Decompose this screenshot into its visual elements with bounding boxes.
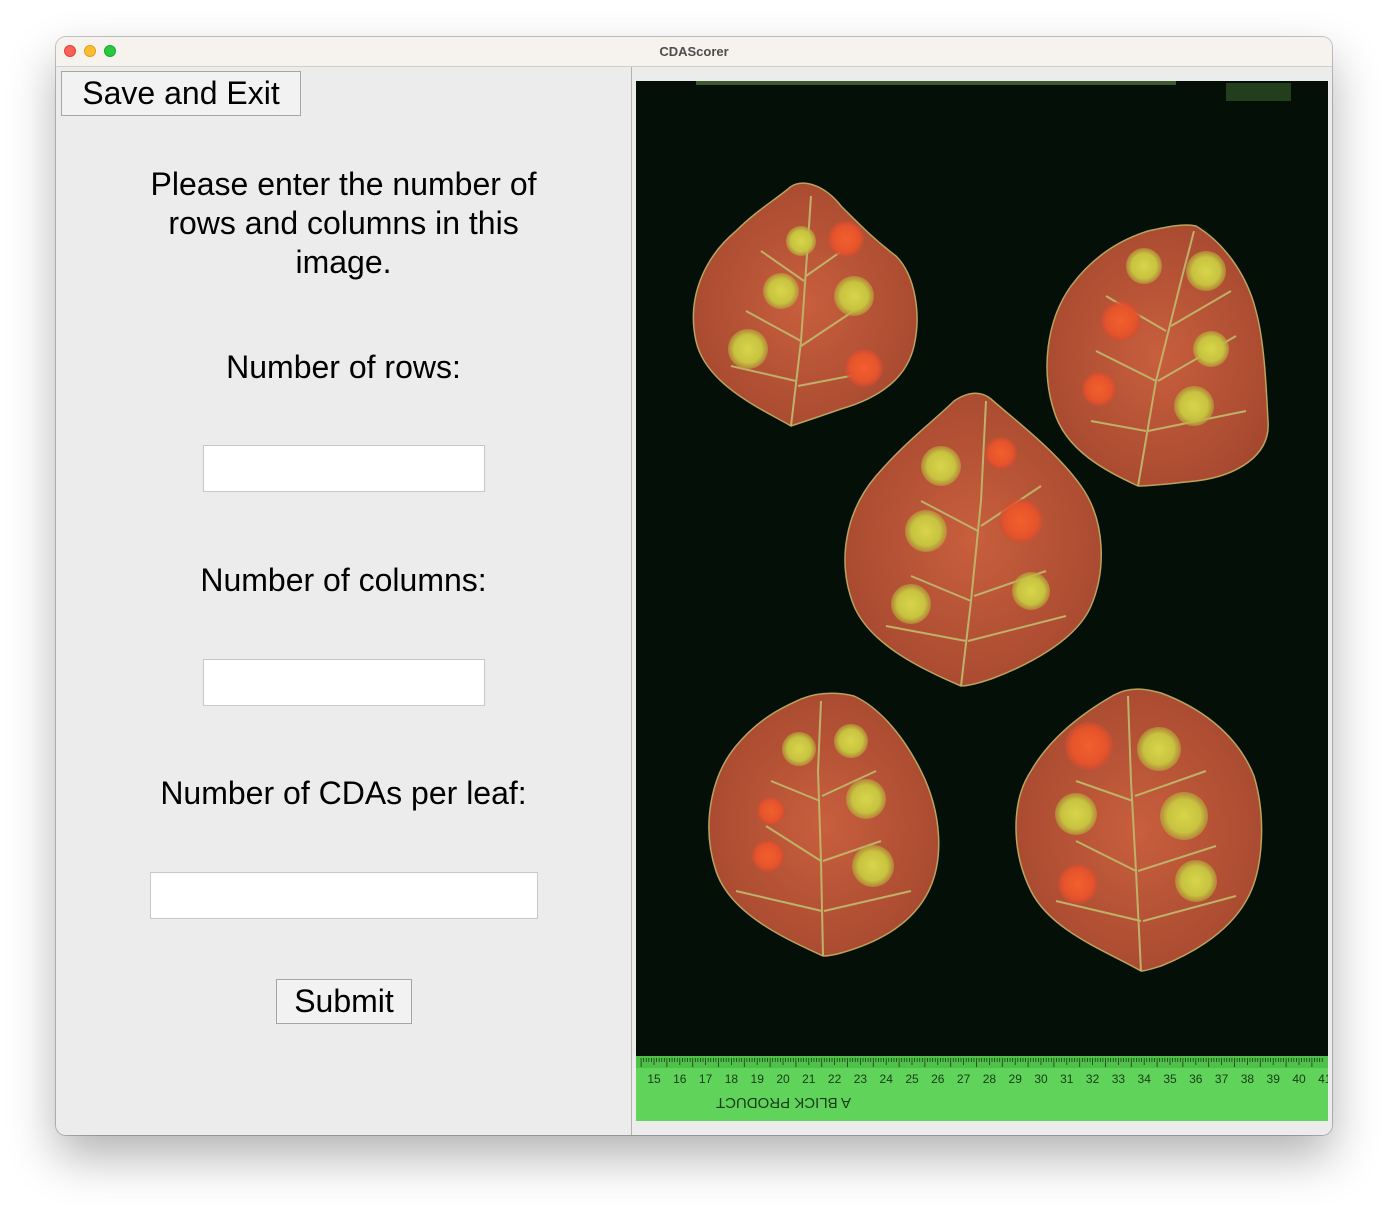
window-title: CDAScorer (659, 44, 729, 59)
input-panel: Save and Exit Please enter the number of… (56, 67, 632, 1135)
ruler-tick-label: 28 (983, 1072, 997, 1086)
ruler-tick-label: 29 (1009, 1072, 1023, 1086)
leaf-scan-svg: 15 16 17 18 19 20 21 22 23 24 25 26 27 28 29 30 31 32 33 34… (636, 81, 1332, 1121)
top-right-mark (1226, 83, 1291, 101)
ruler-tick-label: 37 (1215, 1072, 1229, 1086)
app-window: CDAScorer Save and Exit Please enter the… (56, 37, 1332, 1135)
ruler-tick-label: 38 (1241, 1072, 1255, 1086)
cdas-per-leaf-label: Number of CDAs per leaf: (160, 775, 527, 811)
cdas-per-leaf-field[interactable] (150, 872, 538, 919)
ruler-tick-label: 15 (647, 1072, 661, 1086)
rows-field[interactable] (203, 445, 485, 492)
ruler-tick-label: 17 (699, 1072, 713, 1086)
ruler-tick-label: 25 (905, 1072, 919, 1086)
ruler-tick-label: 23 (854, 1072, 868, 1086)
submit-button[interactable]: Submit (276, 979, 412, 1024)
columns-field[interactable] (203, 659, 485, 706)
ruler-tick-label: 41 (1318, 1072, 1328, 1086)
ruler-tick-label: 18 (725, 1072, 739, 1086)
ruler-brand-text: A BLICK PRODUCT (716, 1094, 851, 1111)
image-panel: 15 16 17 18 19 20 21 22 23 24 25 26 27 28 29 30 31 32 33 34… (633, 67, 1332, 1135)
ruler-tick-label: 33 (1112, 1072, 1126, 1086)
instructions-text: Please enter the number of rows and colu… (150, 166, 537, 280)
rows-label: Number of rows: (226, 349, 461, 385)
leaf-scan-image: 15 16 17 18 19 20 21 22 23 24 25 26 27 28 29 30 31 32 33 34… (636, 81, 1332, 1121)
ruler-tick-label: 22 (828, 1072, 842, 1086)
ruler-tick-label: 16 (673, 1072, 687, 1086)
ruler-tick-label: 26 (931, 1072, 945, 1086)
ruler-tick-label: 24 (880, 1072, 894, 1086)
ruler-tick-label: 34 (1138, 1072, 1152, 1086)
ruler-tick-label: 32 (1086, 1072, 1100, 1086)
ruler-tick-label: 31 (1060, 1072, 1074, 1086)
ruler-tick-label: 36 (1189, 1072, 1203, 1086)
ruler-tick-label: 30 (1034, 1072, 1048, 1086)
ruler-tick-label: 20 (776, 1072, 790, 1086)
columns-label: Number of columns: (200, 562, 487, 598)
columns-input[interactable] (204, 660, 484, 705)
save-and-exit-button[interactable]: Save and Exit (61, 71, 301, 116)
ruler-tick-label: 19 (751, 1072, 765, 1086)
measuring-ruler: 15 16 17 18 19 20 21 22 23 24 25 26 27 28 29 30 31 32 33 34… (636, 1056, 1332, 1121)
ruler-tick-label: 27 (957, 1072, 971, 1086)
ruler-tick-label: 35 (1163, 1072, 1177, 1086)
title-bar[interactable]: CDAScorer (56, 37, 1332, 67)
top-strip (696, 81, 1176, 85)
cdas-per-leaf-input[interactable] (151, 873, 537, 918)
ruler-tick-label: 39 (1267, 1072, 1281, 1086)
ruler-tick-label: 21 (802, 1072, 816, 1086)
rows-input[interactable] (204, 446, 484, 491)
ruler-tick-label: 40 (1292, 1072, 1306, 1086)
